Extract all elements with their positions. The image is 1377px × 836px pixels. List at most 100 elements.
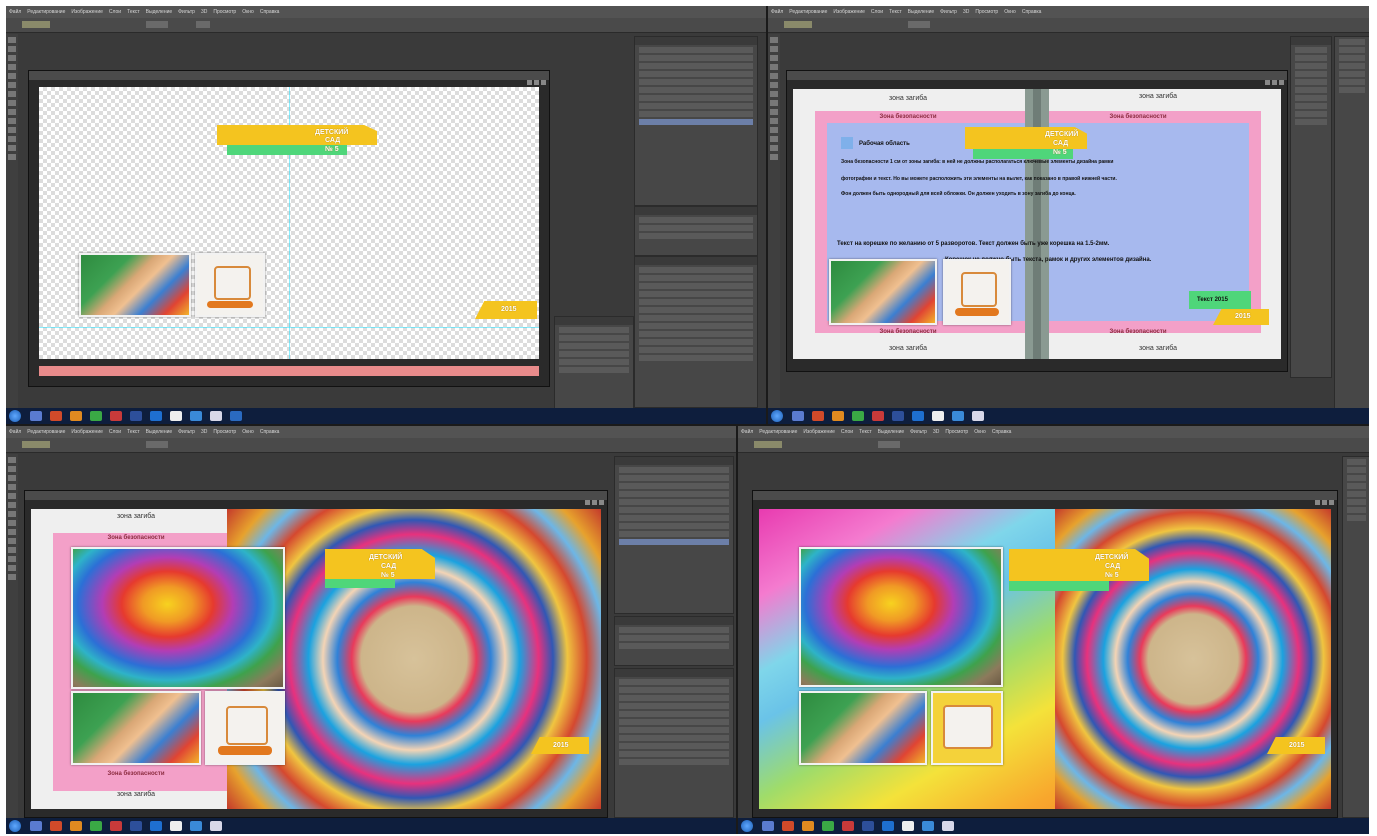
menu-file[interactable]: Файл — [741, 429, 753, 435]
menu-edit[interactable]: Редактирование — [759, 429, 797, 435]
menu-view[interactable]: Просмотр — [945, 429, 968, 435]
menu-filter[interactable]: Фильтр — [910, 429, 927, 435]
document-window[interactable]: зона загиба зона загиба Зона безопасност… — [786, 70, 1288, 372]
menu-3d[interactable]: 3D — [201, 9, 207, 15]
menu-filter[interactable]: Фильтр — [178, 9, 195, 15]
document-window[interactable]: ДЕТСКИЙ САД № 5 2015 — [752, 490, 1338, 818]
start-button[interactable] — [771, 410, 783, 422]
menu-type[interactable]: Текст — [127, 9, 140, 15]
taskbar-app-icon[interactable] — [892, 411, 904, 421]
taskbar-app-icon[interactable] — [792, 411, 804, 421]
start-button[interactable] — [741, 820, 753, 832]
taskbar-app-icon[interactable] — [130, 411, 142, 421]
maximize-icon[interactable] — [1272, 80, 1277, 85]
photoshop-taskbar-icon[interactable] — [912, 411, 924, 421]
document-tab[interactable] — [25, 491, 607, 500]
photo-kids-crafts[interactable] — [829, 259, 937, 325]
menu-edit[interactable]: Редактирование — [27, 429, 65, 435]
taskbar-app-icon[interactable] — [70, 411, 82, 421]
year-badge[interactable]: 2015 — [1213, 309, 1269, 325]
menu-window[interactable]: Окно — [242, 9, 254, 15]
options-dropdown[interactable] — [146, 21, 168, 28]
maximize-icon[interactable] — [1322, 500, 1327, 505]
photo-logo[interactable] — [931, 691, 1003, 765]
close-icon[interactable] — [541, 80, 546, 85]
pen-tool-icon[interactable] — [8, 127, 16, 133]
menu-view[interactable]: Просмотр — [213, 429, 236, 435]
photo-logo[interactable] — [195, 253, 265, 317]
menu-edit[interactable]: Редактирование — [789, 9, 827, 15]
hand-tool-icon[interactable] — [8, 145, 16, 151]
photoshop-taskbar-icon[interactable] — [150, 821, 162, 831]
taskbar-app-icon[interactable] — [762, 821, 774, 831]
eyedropper-tool-icon[interactable] — [8, 82, 16, 88]
year-badge[interactable]: 2015 — [475, 301, 537, 319]
start-button[interactable] — [9, 820, 21, 832]
menu-select[interactable]: Выделение — [146, 429, 173, 435]
menu-type[interactable]: Текст — [859, 429, 872, 435]
taskbar-app-icon[interactable] — [802, 821, 814, 831]
photo-kids-crafts[interactable] — [79, 253, 191, 317]
text-2015-box[interactable]: Текст 2015 — [1189, 291, 1251, 309]
taskbar-app-icon[interactable] — [812, 411, 824, 421]
document-tab[interactable] — [29, 71, 549, 80]
taskbar-app-icon[interactable] — [130, 821, 142, 831]
taskbar-app-icon[interactable] — [170, 821, 182, 831]
taskbar-app-icon[interactable] — [872, 411, 884, 421]
marquee-tool-icon[interactable] — [8, 46, 16, 52]
taskbar-app-icon[interactable] — [862, 821, 874, 831]
tool-preset-picker[interactable] — [22, 441, 50, 448]
taskbar-app-icon[interactable] — [932, 411, 944, 421]
lasso-tool-icon[interactable] — [8, 55, 16, 61]
menu-3d[interactable]: 3D — [201, 429, 207, 435]
canvas[interactable]: ДЕТСКИЙ САД № 5 2015 — [759, 509, 1331, 809]
taskbar-app-icon[interactable] — [822, 821, 834, 831]
menu-select[interactable]: Выделение — [146, 9, 173, 15]
menu-help[interactable]: Справка — [992, 429, 1012, 435]
taskbar-app-icon[interactable] — [842, 821, 854, 831]
options-dropdown[interactable] — [908, 21, 930, 28]
photo-logo[interactable] — [205, 691, 285, 765]
wand-tool-icon[interactable] — [8, 64, 16, 70]
minimize-icon[interactable] — [1265, 80, 1270, 85]
taskbar-app-icon[interactable] — [210, 411, 222, 421]
taskbar-app-icon[interactable] — [230, 411, 242, 421]
menu-image[interactable]: Изображение — [803, 429, 835, 435]
menu-layers[interactable]: Слои — [109, 429, 121, 435]
taskbar-app-icon[interactable] — [110, 821, 122, 831]
zoom-tool-icon[interactable] — [8, 154, 16, 160]
menu-view[interactable]: Просмотр — [975, 9, 998, 15]
tool-preset-picker[interactable] — [22, 21, 50, 28]
taskbar-app-icon[interactable] — [170, 411, 182, 421]
canvas[interactable]: зона загиба Зона безопасности ДЕТСКИЙ СА… — [31, 509, 601, 809]
taskbar-app-icon[interactable] — [190, 821, 202, 831]
menu-3d[interactable]: 3D — [963, 9, 969, 15]
maximize-icon[interactable] — [534, 80, 539, 85]
menu-view[interactable]: Просмотр — [213, 9, 236, 15]
brush-tool-icon[interactable] — [8, 91, 16, 97]
photo-kids-crafts[interactable] — [71, 691, 201, 765]
minimize-icon[interactable] — [1315, 500, 1320, 505]
menu-image[interactable]: Изображение — [833, 9, 865, 15]
menu-edit[interactable]: Редактирование — [27, 9, 65, 15]
maximize-icon[interactable] — [592, 500, 597, 505]
menu-file[interactable]: Файл — [9, 9, 21, 15]
photo-kids-crafts[interactable] — [799, 691, 927, 765]
type-tool-icon[interactable] — [8, 136, 16, 142]
tool-preset-picker[interactable] — [784, 21, 812, 28]
canvas[interactable]: ДЕТСКИЙ САД № 5 2015 — [39, 87, 539, 359]
photo-logo[interactable] — [943, 259, 1011, 325]
menu-type[interactable]: Текст — [127, 429, 140, 435]
menu-window[interactable]: Окно — [242, 429, 254, 435]
document-window[interactable]: зона загиба Зона безопасности ДЕТСКИЙ СА… — [24, 490, 608, 818]
move-tool-icon[interactable] — [8, 37, 16, 43]
document-window[interactable]: ДЕТСКИЙ САД № 5 2015 — [28, 70, 550, 387]
taskbar-app-icon[interactable] — [210, 821, 222, 831]
taskbar-app-icon[interactable] — [90, 411, 102, 421]
photo-parachute-game[interactable] — [71, 547, 285, 689]
close-icon[interactable] — [599, 500, 604, 505]
menu-window[interactable]: Окно — [1004, 9, 1016, 15]
taskbar-app-icon[interactable] — [942, 821, 954, 831]
taskbar-app-icon[interactable] — [190, 411, 202, 421]
taskbar-app-icon[interactable] — [70, 821, 82, 831]
